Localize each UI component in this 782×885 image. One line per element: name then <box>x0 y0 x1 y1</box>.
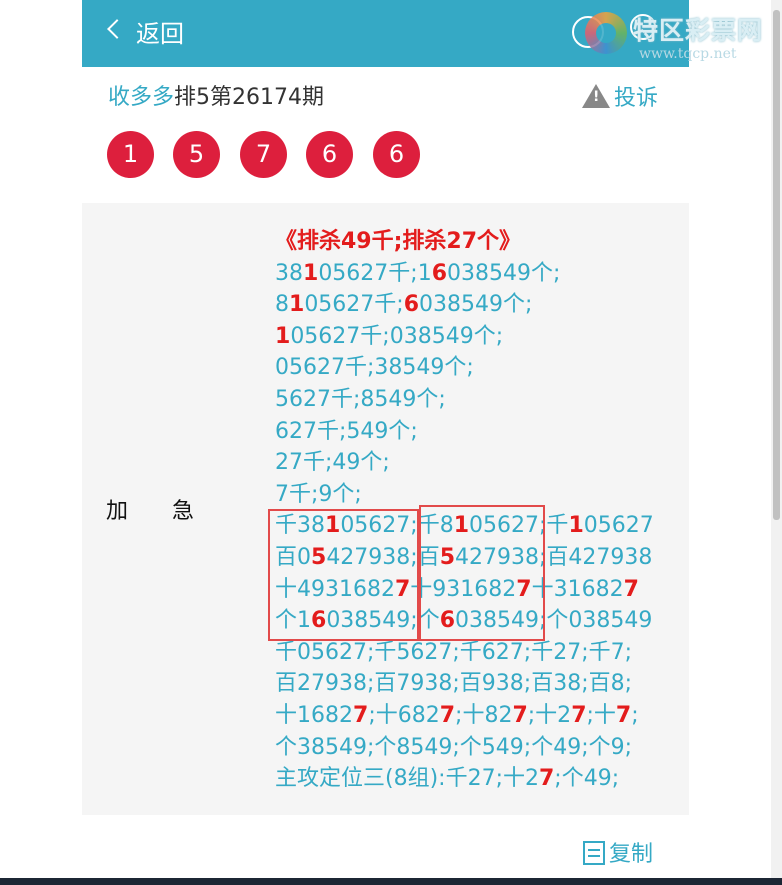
result-ball: 5 <box>173 131 220 178</box>
result-ball: 1 <box>107 131 154 178</box>
highlight-digit: 7 <box>353 702 369 728</box>
back-chevron-icon[interactable] <box>107 19 127 39</box>
line-text: ;十682 <box>368 702 440 728</box>
highlight-digit: 1 <box>568 513 584 539</box>
copy-button[interactable]: 复制 <box>583 840 653 870</box>
highlight-digit: 7 <box>623 576 639 602</box>
prediction-line: 8105627千;6038549个; <box>275 289 685 321</box>
highlight-box-2 <box>419 505 545 641</box>
line-text: 十1682 <box>275 702 353 728</box>
line-text: 十31682 <box>531 576 624 602</box>
highlight-digit: 7 <box>439 702 456 728</box>
line-text: 百27938;百7938;百938;百38;百8; <box>275 671 633 697</box>
line-text: 05627千;1 <box>318 260 432 286</box>
line-text: ; <box>631 702 639 728</box>
line-text: 05627千;38549个; <box>275 355 474 381</box>
line-text: 主攻定位三(8组):千27;十2 <box>275 766 539 792</box>
prediction-line: 27千;49个; <box>275 447 685 479</box>
complain-label: 投诉 <box>614 86 659 111</box>
result-ball: 6 <box>306 131 353 178</box>
highlight-digit: 1 <box>303 260 319 286</box>
line-text: 千05627;千5627;千627;千27;千7; <box>275 639 633 665</box>
highlight-digit: 6 <box>431 260 448 286</box>
highlight-digit: 6 <box>403 292 420 318</box>
prediction-line: 105627千;038549个; <box>275 321 685 353</box>
line-text: ;十2 <box>527 702 572 728</box>
line-text: 8 <box>275 292 289 318</box>
user-icon[interactable] <box>630 14 656 40</box>
prediction-line: 主攻定位三(8组):千27;十27;个49; <box>275 763 685 795</box>
taskbar-strip <box>0 878 782 885</box>
prediction-line: 百27938;百7938;百938;百38;百8; <box>275 668 685 700</box>
highlight-digit: 7 <box>512 702 528 728</box>
prediction-panel: 加急 《排杀49千;排杀27个》 38105627千;16038549个; 810… <box>82 203 689 815</box>
prediction-line: 千05627;千5627;千627;千27;千7; <box>275 637 685 669</box>
highlight-digit: 7 <box>571 702 587 728</box>
refresh-icon[interactable] <box>572 16 604 48</box>
prediction-line: 十16827;十6827;十827;十27;十7; <box>275 700 685 732</box>
line-text: ;十82 <box>455 702 513 728</box>
line-text: 05627千; <box>304 292 404 318</box>
line-text: 05627千;038549个; <box>290 323 504 349</box>
prediction-line: 5627千;8549个; <box>275 384 685 416</box>
top-bar: 返回 <box>82 0 689 67</box>
prediction-line: 38105627千;16038549个; <box>275 258 685 290</box>
line-text: 5627千;8549个; <box>275 386 446 412</box>
complain-button[interactable]: ! 投诉 <box>582 84 658 113</box>
line-text: 38 <box>275 260 303 286</box>
highlight-box-1 <box>268 509 419 641</box>
scrollbar-thumb[interactable] <box>773 10 780 520</box>
result-ball: 6 <box>373 131 420 178</box>
prediction-line: 05627千;38549个; <box>275 352 685 384</box>
line-text: ;个49; <box>554 766 620 792</box>
line-text: ;十 <box>586 702 616 728</box>
highlight-digit: 1 <box>275 323 291 349</box>
prediction-heading: 《排杀49千;排杀27个》 <box>275 229 522 254</box>
copy-icon <box>583 841 605 865</box>
issue-title-row: 收多多排5第26174期 <box>108 84 324 112</box>
issue-title: 排5第26174期 <box>174 85 324 110</box>
line-text: 038549个; <box>447 260 561 286</box>
back-button[interactable]: 返回 <box>136 18 184 50</box>
line-text: 05627 <box>583 513 654 539</box>
warning-icon: ! <box>582 84 610 108</box>
scrollbar[interactable] <box>771 0 782 885</box>
copy-label: 复制 <box>609 842 654 867</box>
line-text: 038549个; <box>419 292 533 318</box>
highlight-digit: 1 <box>289 292 305 318</box>
prediction-line: 627千;549个; <box>275 416 685 448</box>
site-name-link[interactable]: 收多多 <box>108 85 174 110</box>
line-text: 7千;9个; <box>275 481 362 507</box>
highlight-digit: 7 <box>538 766 555 792</box>
line-text: 627千;549个; <box>275 418 418 444</box>
left-gutter <box>0 0 82 885</box>
line-text: 27千;49个; <box>275 450 390 476</box>
urgent-label: 加急 <box>106 499 239 524</box>
prediction-line: 个38549;个8549;个549;个49;个9; <box>275 732 685 764</box>
highlight-digit: 7 <box>615 702 632 728</box>
line-text: 个38549;个8549;个549;个49;个9; <box>275 734 633 760</box>
result-ball: 7 <box>240 131 287 178</box>
